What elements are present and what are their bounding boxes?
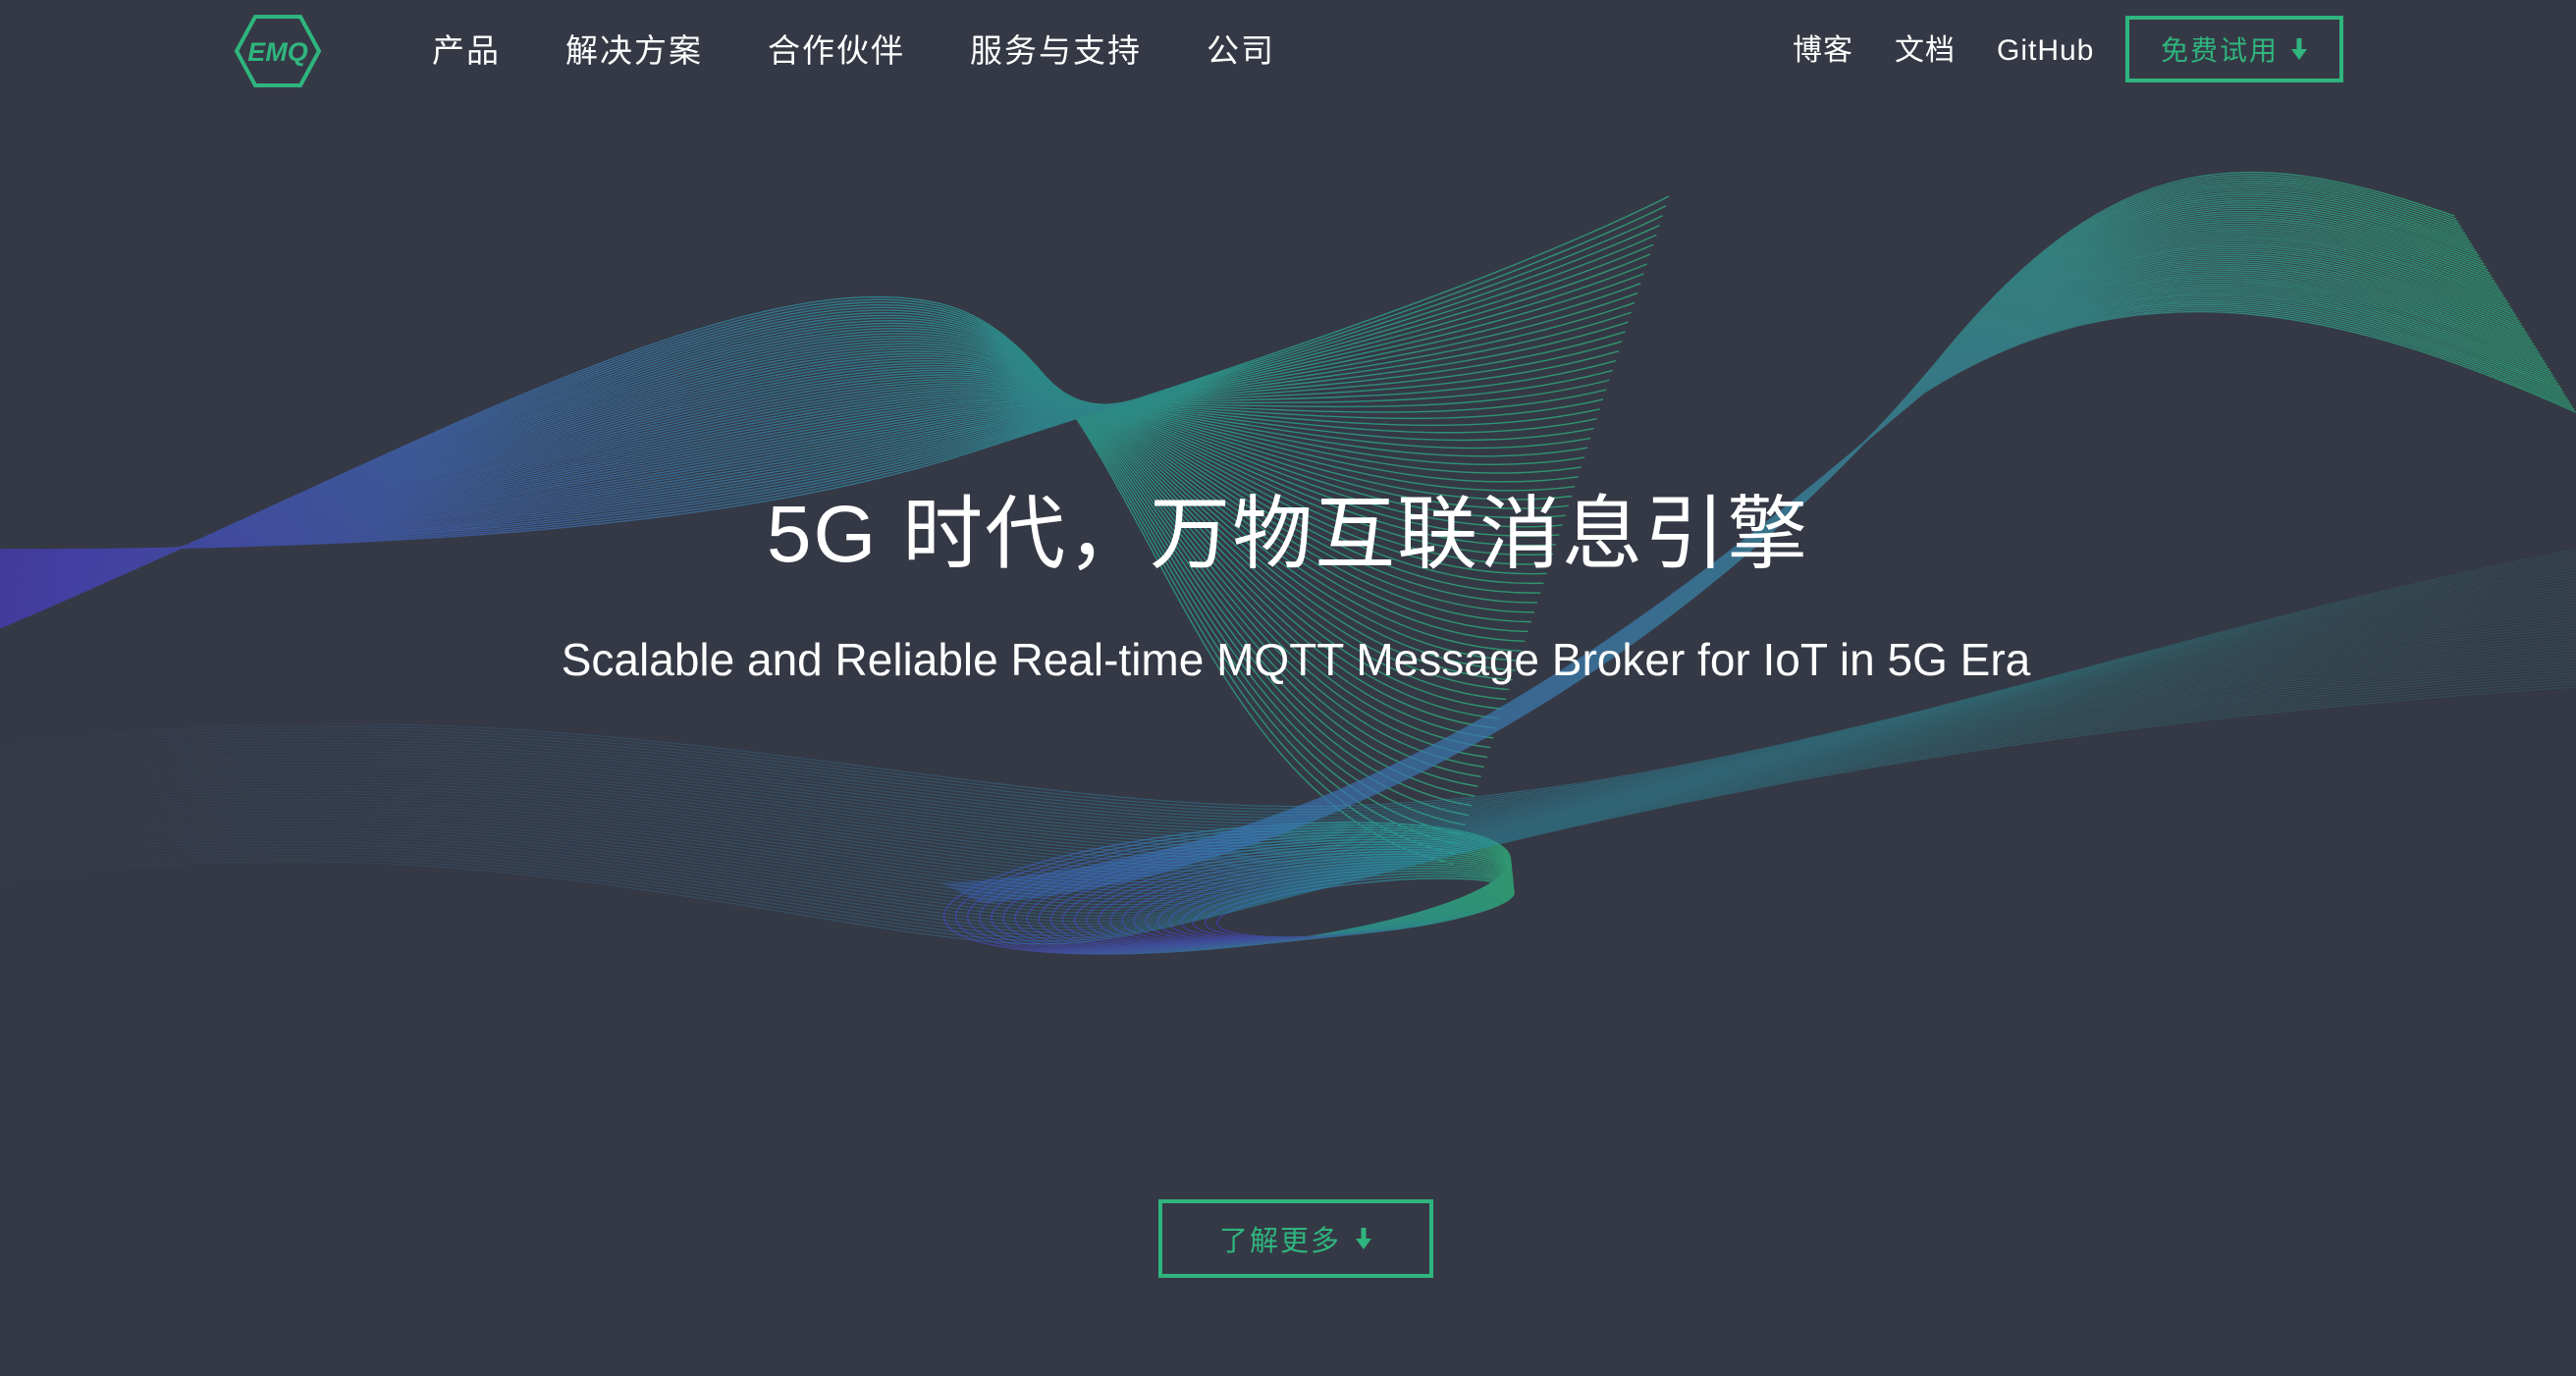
nav-item-solutions[interactable]: 解决方案 xyxy=(565,27,703,75)
nav-item-blog[interactable]: 博客 xyxy=(1793,27,1853,75)
emq-logo[interactable]: EMQ xyxy=(234,14,322,88)
top-navigation: EMQ 产品 解决方案 合作伙伴 服务与支持 公司 博客 文档 GitHub 免… xyxy=(0,0,2576,102)
hero-title: 5G 时代，万物互联消息引擎 xyxy=(766,490,1810,579)
hexagon-logo-icon: EMQ xyxy=(234,15,322,87)
secondary-nav: 博客 文档 GitHub xyxy=(1793,27,2094,75)
primary-nav: 产品 解决方案 合作伙伴 服务与支持 公司 xyxy=(432,27,1275,75)
arrow-down-icon xyxy=(2291,38,2307,60)
nav-item-partners[interactable]: 合作伙伴 xyxy=(768,27,905,75)
nav-item-docs[interactable]: 文档 xyxy=(1895,27,1956,75)
learn-more-button[interactable]: 了解更多 xyxy=(1158,1199,1433,1278)
arrow-down-icon xyxy=(1356,1228,1371,1249)
hero-subtitle: Scalable and Reliable Real-time MQTT Mes… xyxy=(561,634,2031,685)
nav-item-github[interactable]: GitHub xyxy=(1997,27,2094,75)
logo-text: EMQ xyxy=(247,37,308,67)
page: EMQ 产品 解决方案 合作伙伴 服务与支持 公司 博客 文档 GitHub 免… xyxy=(0,0,2576,1376)
nav-item-services-support[interactable]: 服务与支持 xyxy=(970,27,1142,75)
nav-item-products[interactable]: 产品 xyxy=(432,27,501,75)
free-trial-label: 免费试用 xyxy=(2160,35,2279,66)
free-trial-button[interactable]: 免费试用 xyxy=(2125,16,2343,82)
nav-item-company[interactable]: 公司 xyxy=(1207,27,1275,75)
learn-more-label: 了解更多 xyxy=(1218,1226,1341,1257)
